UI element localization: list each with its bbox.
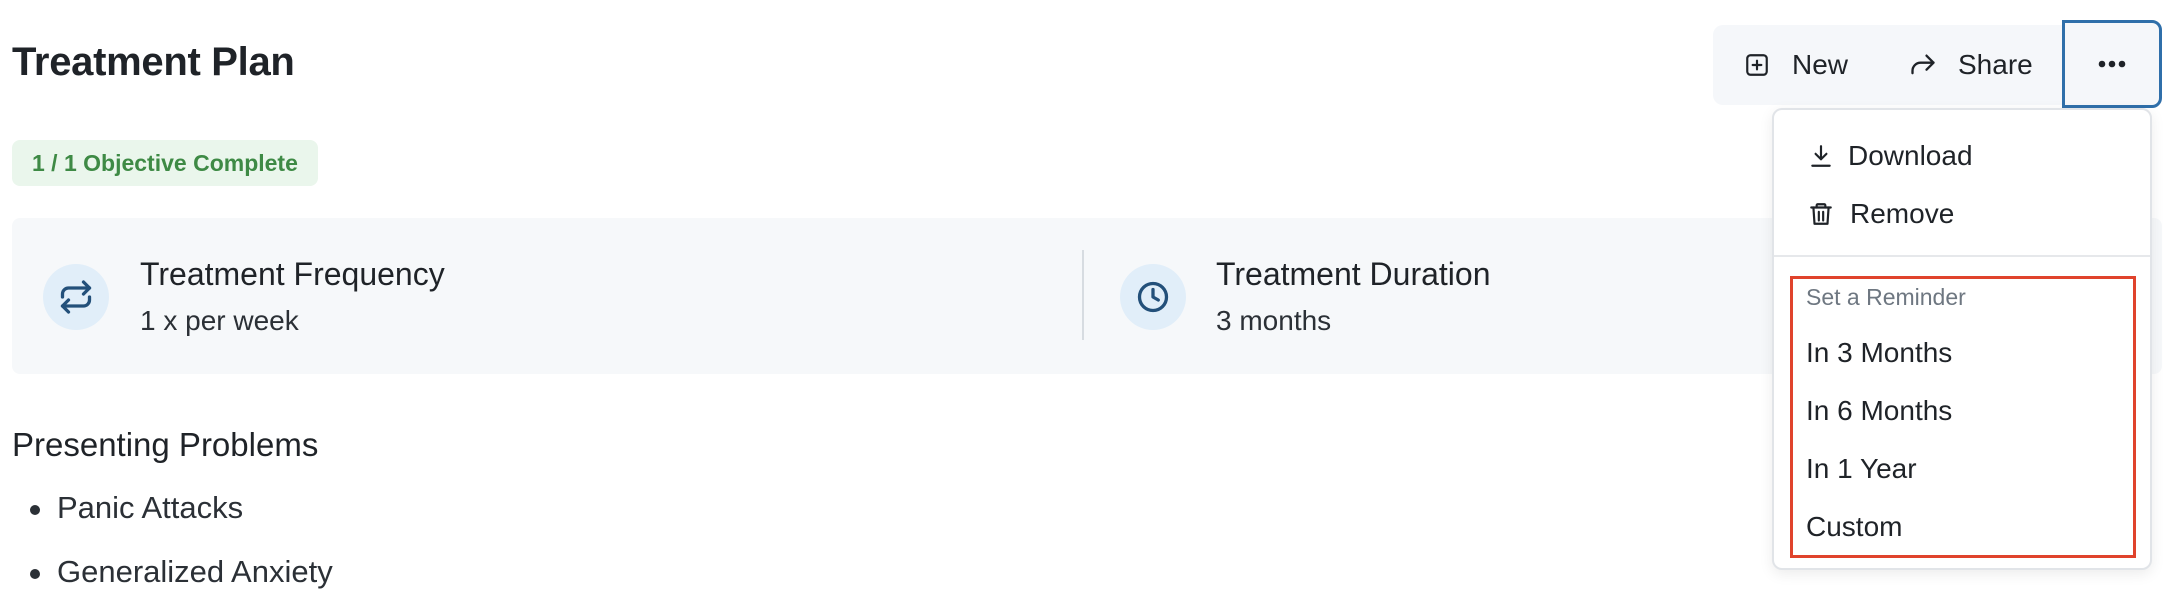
download-icon — [1811, 145, 1831, 167]
info-divider — [1082, 250, 1084, 340]
objective-status-badge: 1 / 1 Objective Complete — [12, 140, 318, 186]
frequency-title: Treatment Frequency — [140, 256, 445, 292]
trash-icon — [1810, 203, 1832, 225]
share-arrow-icon — [1911, 54, 1935, 75]
share-button[interactable]: Share — [1908, 25, 2033, 105]
page-title: Treatment Plan — [12, 40, 295, 84]
new-button-label: New — [1792, 49, 1849, 80]
duration-icon-wrap — [1120, 264, 1186, 330]
reminder-option-1-year[interactable]: In 1 Year — [1774, 444, 2180, 494]
duration-title: Treatment Duration — [1216, 256, 1491, 292]
list-item: Generalized Anxiety — [12, 550, 333, 614]
reminder-option-3-months[interactable]: In 3 Months — [1774, 328, 2180, 378]
remove-menu-item[interactable]: Remove — [1774, 190, 2180, 238]
clock-icon — [1137, 281, 1169, 313]
more-options-button[interactable] — [2062, 20, 2162, 108]
reminder-heading: Set a Reminder — [1806, 284, 1966, 310]
frequency-icon-wrap — [43, 264, 109, 330]
download-label: Download — [1848, 140, 1973, 171]
frequency-value: 1 x per week — [140, 305, 299, 336]
share-button-label: Share — [1958, 49, 2033, 80]
more-options-menu: Download Remove Set a Reminder In 3 Mont… — [1772, 108, 2152, 570]
presenting-problems-title: Presenting Problems — [12, 426, 319, 463]
plus-square-icon — [1746, 54, 1768, 76]
repeat-icon — [60, 280, 92, 314]
download-menu-item[interactable]: Download — [1774, 132, 2180, 180]
presenting-problems-list: Panic Attacks Generalized Anxiety — [12, 486, 333, 614]
ellipsis-icon — [2098, 60, 2126, 68]
menu-divider — [1774, 255, 2150, 257]
list-item: Panic Attacks — [12, 486, 333, 550]
reminder-option-6-months[interactable]: In 6 Months — [1774, 386, 2180, 436]
reminder-option-custom[interactable]: Custom — [1774, 502, 2180, 552]
duration-value: 3 months — [1216, 305, 1332, 336]
new-button[interactable]: New — [1744, 25, 1848, 105]
remove-label: Remove — [1850, 198, 1955, 229]
